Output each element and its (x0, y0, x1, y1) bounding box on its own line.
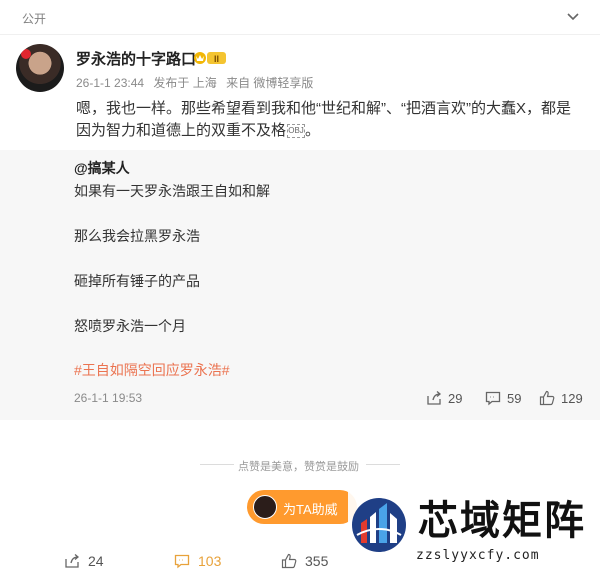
comment-button[interactable]: 103 (174, 553, 221, 569)
watermark-title: 芯域矩阵 (418, 497, 586, 544)
vip-badge-icon[interactable]: II (193, 51, 227, 65)
repost-count: 24 (88, 553, 104, 569)
like-icon (539, 390, 555, 406)
verified-badge-icon (21, 49, 31, 59)
visibility-label: 公开 (22, 12, 47, 26)
quoted-like-count: 129 (561, 390, 583, 406)
reward-divider-text: 点赞是美意，赞赏是鼓励 (238, 461, 359, 473)
divider (366, 464, 400, 465)
quoted-comment-button[interactable]: 59 (485, 390, 521, 406)
comment-icon (485, 391, 501, 406)
chevron-down-icon[interactable] (566, 9, 580, 23)
repost-button[interactable]: 24 (64, 553, 104, 569)
repost-icon (65, 554, 80, 568)
post-text-content: 嗯，我也一样。那些希望看到我和他“世纪和解”、“把酒言欢”的大蠢X，都是因为智力… (76, 100, 571, 139)
avatar (253, 495, 277, 519)
watermark: 芯域矩阵 zzslyyxcfy.com (348, 492, 600, 575)
reward-button-label: 为TA助威 (283, 502, 338, 517)
divider (0, 34, 600, 35)
quoted-line: 砸掉所有锤子的产品 (74, 273, 200, 289)
like-count: 355 (305, 553, 329, 569)
quoted-time[interactable]: 26-1-1 19:53 (74, 391, 142, 405)
post-text-tail: 。 (305, 122, 321, 139)
watermark-logo-icon (352, 498, 406, 552)
post-source: 来自 微博轻享版 (226, 76, 314, 90)
quoted-repost-button[interactable]: 29 (426, 390, 462, 406)
watermark-url: zzslyyxcfy.com (416, 548, 540, 563)
quoted-like-button[interactable]: 129 (539, 390, 583, 406)
post-topbar: 公开 (0, 0, 600, 36)
quoted-line: 怒喷罗永浩一个月 (74, 318, 186, 334)
reward-button[interactable]: 为TA助威 (247, 490, 357, 524)
quoted-repost-count: 29 (448, 390, 463, 406)
hashtag-link[interactable]: #王自如隔空回应罗永浩# (74, 360, 230, 380)
post-time[interactable]: 26-1-1 23:44 (76, 76, 144, 90)
like-button[interactable]: 355 (281, 553, 328, 569)
post-text: 嗯，我也一样。那些希望看到我和他“世纪和解”、“把酒言欢”的大蠢X，都是因为智力… (76, 98, 581, 142)
emoji-placeholder-icon: OBJ (287, 124, 306, 139)
quoted-author[interactable]: @搞某人 (74, 158, 130, 178)
repost-icon (427, 391, 442, 405)
avatar[interactable] (16, 44, 64, 92)
quoted-line: 那么我会拉黑罗永浩 (74, 228, 200, 244)
divider (200, 464, 234, 465)
post-location: 发布于 上海 (153, 76, 217, 90)
post-meta: 26-1-1 23:44 发布于 上海 来自 微博轻享版 (76, 74, 319, 91)
quoted-comment-count: 59 (507, 390, 522, 406)
comment-icon (174, 554, 190, 569)
quoted-line: 如果有一天罗永浩跟王自如和解 (74, 183, 270, 199)
comment-count: 103 (198, 553, 222, 569)
vip-level: II (214, 54, 219, 64)
like-icon (281, 553, 297, 569)
author-name[interactable]: 罗永浩的十字路口 (76, 48, 196, 69)
